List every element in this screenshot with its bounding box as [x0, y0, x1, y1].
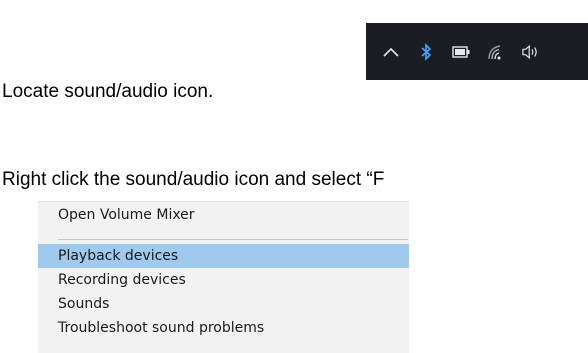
menu-item-troubleshoot[interactable]: Troubleshoot sound problems: [38, 316, 409, 340]
menu-item-sounds[interactable]: Sounds: [38, 292, 409, 316]
step1-instruction: Locate sound/audio icon.: [2, 81, 214, 102]
audio-context-menu: Open Volume Mixer Playback devices Recor…: [38, 201, 409, 353]
speaker-icon[interactable]: [522, 43, 540, 61]
menu-separator: [58, 239, 408, 240]
chevron-up-icon[interactable]: [382, 43, 400, 61]
taskbar-system-tray: [366, 23, 588, 80]
menu-item-recording-devices[interactable]: Recording devices: [38, 268, 409, 292]
bluetooth-icon[interactable]: [417, 42, 435, 61]
menu-item-open-volume-mixer[interactable]: Open Volume Mixer: [38, 203, 409, 227]
wifi-icon[interactable]: [487, 43, 505, 61]
menu-item-playback-devices[interactable]: Playback devices: [38, 244, 409, 268]
step2-instruction: Right click the sound/audio icon and sel…: [2, 169, 385, 190]
battery-icon[interactable]: [452, 43, 470, 61]
